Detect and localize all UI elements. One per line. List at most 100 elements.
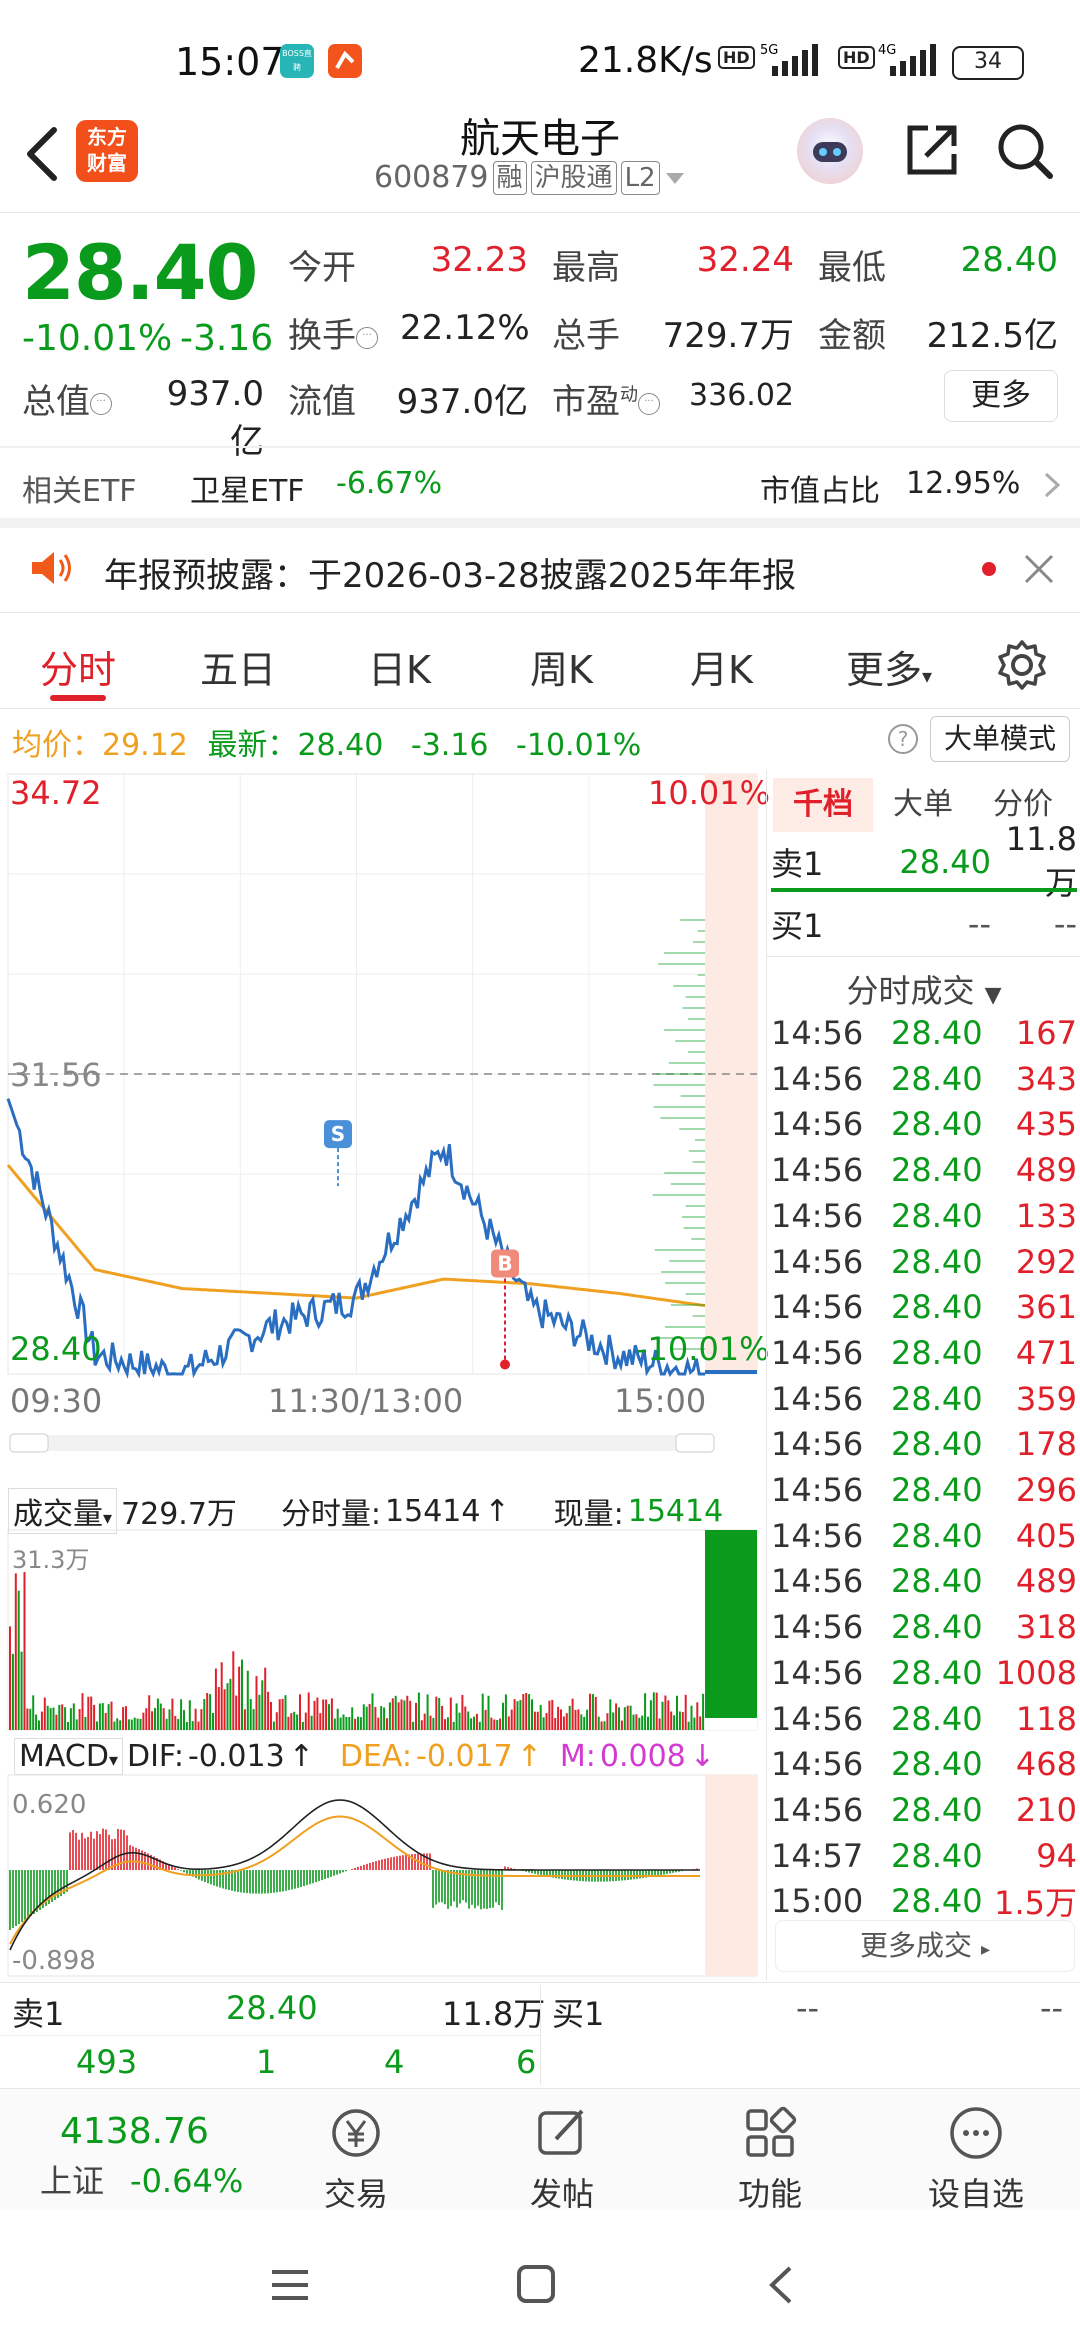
trade-row: 14:56 28.40 471 (771, 1330, 1077, 1376)
trade-price: 28.40 (891, 1014, 983, 1052)
tab-intraday[interactable]: 分时 (40, 639, 116, 694)
macd-dropdown[interactable]: MACD▾ (14, 1738, 123, 1775)
nav-post[interactable]: 发帖 (492, 2103, 632, 2215)
sell-marker-label: S (331, 1122, 345, 1146)
range-slider-left-handle (9, 1433, 49, 1453)
tab-monthly-k[interactable]: 月K (690, 639, 753, 694)
more-trades-button[interactable]: 更多成交 ▸ (775, 1920, 1075, 1972)
menu-icon[interactable] (270, 2268, 310, 2302)
float-value: 937.0亿 (396, 382, 528, 422)
more-dots-icon (950, 2107, 1002, 2159)
buy-marker-dot (500, 1359, 510, 1370)
trade-row: 14:56 28.40 296 (771, 1467, 1077, 1513)
nav-functions[interactable]: 功能 (700, 2103, 840, 2215)
trade-time: 14:56 (771, 1608, 864, 1647)
trade-volume: 489 (1015, 1562, 1077, 1601)
nav-trade[interactable]: 交易 (286, 2103, 426, 2215)
last-value: 28.40 (297, 728, 384, 763)
tab-daily-k[interactable]: 日K (368, 639, 431, 694)
dea-value: -0.017 (416, 1739, 513, 1774)
assistant-avatar[interactable] (797, 118, 863, 184)
nav-add-watchlist[interactable]: 设自选 (906, 2103, 1046, 2215)
search-button[interactable] (996, 122, 1054, 180)
close-icon[interactable] (1022, 552, 1056, 586)
float-label: 流值 (288, 382, 356, 422)
trade-volume: 94 (1036, 1836, 1077, 1875)
change-amount: -3.16 (180, 318, 274, 359)
trade-volume: 361 (1015, 1288, 1077, 1327)
tab-thousand-level[interactable]: 千档 (773, 778, 873, 832)
more-button[interactable]: 更多 (944, 370, 1058, 422)
trade-price: 28.40 (891, 1242, 983, 1281)
trades-title[interactable]: 分时成交 ▼ (767, 966, 1080, 1012)
share-button[interactable] (904, 122, 960, 178)
notice-text: 年报预披露：于2026-03-28披露2025年年报 (104, 556, 797, 596)
dif-value: -0.013 (187, 1739, 285, 1774)
caret-down-icon (665, 172, 684, 184)
macd-after-hours-band (705, 1775, 757, 1976)
open-value: 32.23 (430, 240, 528, 280)
volume-label: 总手 (552, 316, 620, 356)
home-icon[interactable] (516, 2264, 556, 2304)
trade-time: 14:56 (771, 1196, 864, 1235)
high-value: 32.24 (696, 240, 794, 280)
bq-sell-label: 卖1 (12, 1995, 65, 2033)
amount-label: 金额 (818, 316, 886, 356)
y-min-label: 28.40 (10, 1330, 102, 1368)
trade-time: 14:56 (771, 1014, 864, 1052)
trade-price: 28.40 (891, 1379, 983, 1418)
help-icon[interactable]: ? (888, 724, 918, 754)
order-book-panel: 千档 大单 分价 卖1 28.40 11.8万 买1 -- -- 分时成交 ▼ … (766, 770, 1080, 1980)
stock-code: 600879 (374, 160, 489, 195)
speaker-icon (32, 552, 71, 584)
tab-weekly-k[interactable]: 周K (530, 639, 593, 694)
trade-row: 14:56 28.40 359 (771, 1376, 1077, 1422)
trade-price: 28.40 (891, 1745, 983, 1784)
intraday-chart[interactable]: SB (0, 770, 765, 1980)
divider (0, 518, 1080, 528)
trade-volume: 118 (1015, 1699, 1077, 1738)
bq-count-4: 6 (516, 2043, 537, 2081)
notification-app-icon (328, 44, 362, 78)
trade-volume: 343 (1015, 1059, 1077, 1098)
trade-time: 14:57 (771, 1836, 864, 1875)
notice-bar[interactable]: 年报预披露：于2026-03-28披露2025年年报 (0, 528, 1080, 608)
related-etf-row[interactable]: 相关ETF 卫星ETF -6.67% 市值占比 12.95% (0, 448, 1080, 518)
trade-row: 14:56 28.40 361 (771, 1284, 1077, 1330)
turnover-label: 换手 ··· (288, 308, 378, 357)
tab-more[interactable]: 更多▾ (846, 639, 932, 694)
trade-time: 14:56 (771, 1333, 864, 1372)
trade-price: 28.40 (891, 1516, 983, 1555)
search-icon (998, 124, 1053, 179)
divider (0, 212, 1080, 213)
trade-volume: 1.5万 (994, 1884, 1077, 1923)
chart-area[interactable]: SB 34.72 10.01% 31.56 28.40 -10.01% 09:3… (0, 770, 770, 1980)
settings-icon[interactable] (996, 639, 1048, 691)
trade-time: 14:56 (771, 1790, 864, 1829)
trade-volume: 1008 (995, 1653, 1077, 1692)
trade-row: 14:56 28.40 405 (771, 1513, 1077, 1559)
stock-code-row[interactable]: 600879 融 沪股通 L2 (374, 160, 686, 195)
m-value: 0.008 (599, 1739, 686, 1774)
bq-buy-label: 买1 (552, 1995, 605, 2033)
volume-dropdown[interactable]: 成交量▾ (8, 1488, 118, 1534)
trade-time: 14:56 (771, 1425, 864, 1464)
now-volume-label: 现量: (553, 1497, 624, 1532)
auction-base (705, 1718, 757, 1730)
trade-price: 28.40 (891, 1059, 983, 1098)
trade-price: 28.40 (891, 1333, 983, 1372)
network-speed: 21.8K/s (578, 40, 713, 81)
back-nav-icon[interactable] (766, 2264, 796, 2306)
dif-label: DIF: (126, 1739, 184, 1774)
big-order-mode-button[interactable]: 大单模式 (930, 716, 1070, 762)
tab-five-day[interactable]: 五日 (200, 639, 276, 694)
trade-price: 28.40 (891, 1471, 983, 1509)
trade-volume: 468 (1015, 1745, 1077, 1784)
tab-big-order[interactable]: 大单 (873, 778, 973, 832)
macd-header: MACD▾ DIF: -0.013 ↑ DEA: -0.017 ↑ M: 0.008 ↓ (14, 1738, 715, 1775)
index-widget[interactable]: 4138.76 上证 -0.64% (40, 2111, 270, 2202)
trade-time: 14:56 (771, 1059, 864, 1098)
high-label: 最高 (552, 248, 620, 288)
price-info-line: 均价：29.12 最新：28.40 -3.16 -10.01% (12, 720, 641, 764)
trade-time: 14:56 (771, 1151, 864, 1190)
